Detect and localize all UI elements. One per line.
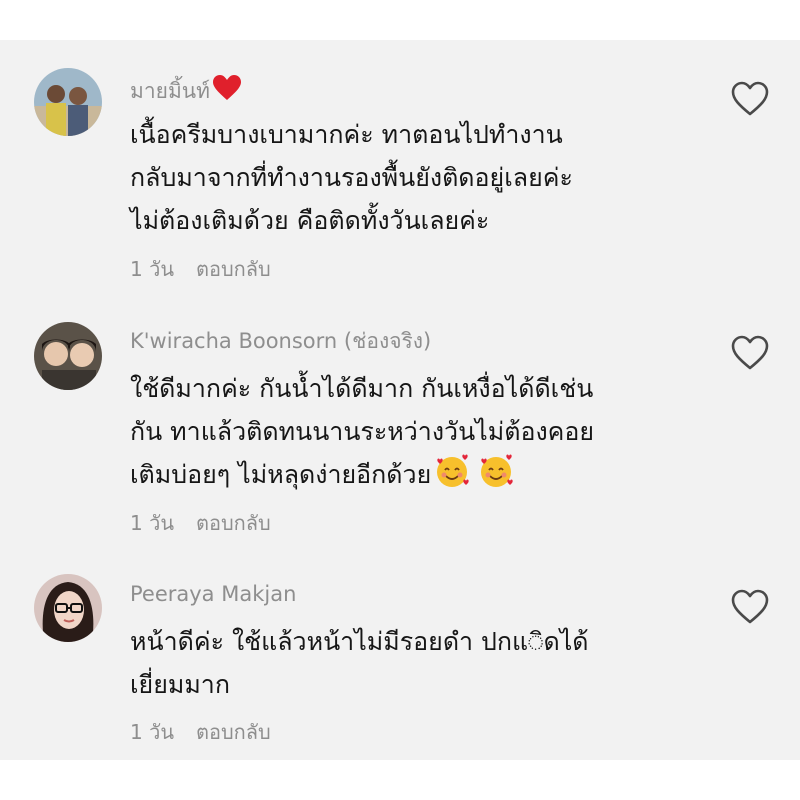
comment-time: 1 วัน <box>130 511 174 535</box>
avatar[interactable] <box>34 68 102 136</box>
comment-line: ไม่ต้องเติมด้วย คือติดทั้งวันเลยค่ะ <box>130 206 490 235</box>
comment-line: กลับมาจากที่ทำงานรองพื้นยังติดอยู่เลยค่ะ <box>130 163 573 192</box>
comment-username[interactable]: มายมิ้นท์ <box>130 74 242 108</box>
username-text: K'wiracha Boonsorn (ช่องจริง) <box>130 329 432 353</box>
comment-meta: 1 วัน ตอบกลับ <box>130 257 271 281</box>
smiling-face-with-hearts-emoji <box>477 453 515 502</box>
smiling-face-with-hearts-emoji <box>433 453 471 502</box>
heart-outline-icon[interactable] <box>730 335 770 371</box>
comment-line: เนื้อครีมบางเบามากค่ะ ทาตอนไปทำงาน <box>130 120 563 149</box>
comment-text: ใช้ดีมากค่ะ กันน้ำได้ดีมาก กันเหงื่อได้ด… <box>130 367 710 502</box>
username-text: Peeraya Makjan <box>130 582 297 606</box>
comment-text: หน้าดีค่ะ ใช้แล้วหน้าไม่มีรอยดำ ปกแ◌ิดได… <box>130 620 710 706</box>
comment-line: ใช้ดีมากค่ะ กันน้ำได้ดีมาก กันเหงื่อได้ด… <box>130 374 594 403</box>
username-text: มายมิ้นท์ <box>130 79 210 103</box>
comment-line-with-emoji: เติมบ่อยๆ ไม่หลุดง่ายอีกด้วย <box>130 453 710 502</box>
comment-line: กัน ทาแล้วติดทนนานระหว่างวันไม่ต้องคอย <box>130 417 595 446</box>
comment-meta: 1 วัน ตอบกลับ <box>130 720 271 744</box>
comment-text: เนื้อครีมบางเบามากค่ะ ทาตอนไปทำงาน กลับม… <box>130 113 710 242</box>
heart-outline-icon[interactable] <box>730 589 770 625</box>
avatar[interactable] <box>34 574 102 642</box>
reply-button[interactable]: ตอบกลับ <box>196 720 271 744</box>
comment-meta: 1 วัน ตอบกลับ <box>130 511 271 535</box>
comment-line: เยี่ยมมาก <box>130 670 230 699</box>
heart-outline-icon[interactable] <box>730 81 770 117</box>
reply-button[interactable]: ตอบกลับ <box>196 257 271 281</box>
comment-time: 1 วัน <box>130 720 174 744</box>
comment-line: หน้าดีค่ะ ใช้แล้วหน้าไม่มีรอยดำ ปกแ◌ิดได… <box>130 627 589 656</box>
comment-list: มายมิ้นท์ เนื้อครีมบางเบามากค่ะ ทาตอนไปท… <box>0 40 800 760</box>
screenshot: มายมิ้นท์ เนื้อครีมบางเบามากค่ะ ทาตอนไปท… <box>0 0 800 800</box>
avatar[interactable] <box>34 322 102 390</box>
heart-emoji <box>212 74 242 108</box>
comment-username[interactable]: K'wiracha Boonsorn (ช่องจริง) <box>130 328 431 354</box>
comment-time: 1 วัน <box>130 257 174 281</box>
comment-username[interactable]: Peeraya Makjan <box>130 581 296 607</box>
comment-line: เติมบ่อยๆ ไม่หลุดง่ายอีกด้วย <box>130 460 432 489</box>
reply-button[interactable]: ตอบกลับ <box>196 511 271 535</box>
